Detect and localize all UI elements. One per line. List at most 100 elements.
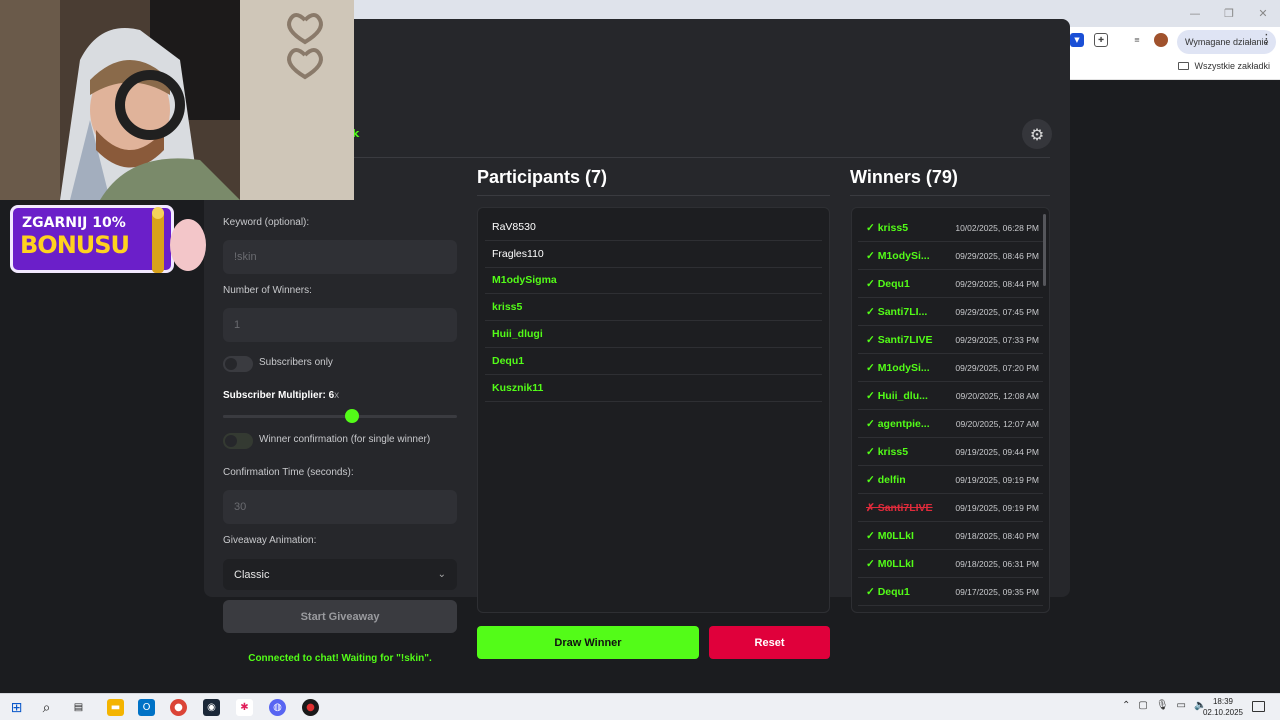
- winner-name: ✓ M1odySi...: [866, 361, 930, 374]
- winner-row: ✓ M0LLkI 09/18/2025, 08:40 PM: [858, 522, 1043, 550]
- winner-name: ✓ Dequ1: [866, 585, 910, 598]
- multiplier-slider-fill: [223, 415, 352, 418]
- header-divider: [354, 157, 1050, 158]
- winner-confirmation-toggle[interactable]: [223, 433, 253, 449]
- winner-date: 09/29/2025, 08:46 PM: [955, 250, 1039, 261]
- keyword-label: Keyword (optional):: [223, 217, 310, 228]
- slack-icon[interactable]: ✱: [236, 699, 253, 716]
- chrome-icon[interactable]: ●: [170, 699, 187, 716]
- winner-date: 09/29/2025, 07:45 PM: [955, 306, 1039, 317]
- winner-row: ✓ M1odySi... 09/29/2025, 07:20 PM: [858, 354, 1043, 382]
- extensions-puzzle-icon[interactable]: ✚: [1094, 33, 1108, 47]
- winner-row: ✓ kriss5 10/02/2025, 06:28 PM: [858, 214, 1043, 242]
- restore-icon[interactable]: ❐: [1212, 0, 1246, 27]
- discord-icon[interactable]: ◍: [269, 699, 286, 716]
- taskbar-clock[interactable]: 18:39 02.10.2025: [1200, 696, 1246, 718]
- shield-extension-icon[interactable]: ▼: [1070, 33, 1084, 47]
- tray-chevron-icon[interactable]: ⌃: [1122, 700, 1130, 711]
- multiplier-slider-thumb[interactable]: [344, 409, 359, 423]
- close-icon[interactable]: ✕: [1246, 0, 1280, 27]
- winner-name: ✓ M0LLkI: [866, 529, 914, 542]
- all-bookmarks-link[interactable]: Wszystkie zakładki: [1178, 61, 1270, 71]
- clock-time: 18:39: [1212, 697, 1234, 706]
- subscribers-only-toggle[interactable]: [223, 356, 253, 372]
- winner-date: 09/19/2025, 09:19 PM: [955, 502, 1039, 513]
- media-control-icon[interactable]: ≡: [1130, 33, 1144, 47]
- winner-date: 09/17/2025, 09:35 PM: [955, 586, 1039, 597]
- winner-date: 09/18/2025, 06:31 PM: [955, 558, 1039, 569]
- winner-date: 09/20/2025, 12:07 AM: [955, 418, 1039, 429]
- minimize-icon[interactable]: —: [1178, 0, 1212, 27]
- winner-name: ✓ Santi7LIVE: [866, 333, 933, 346]
- promo-main-text: BONUSU: [20, 231, 130, 259]
- winner-name: ✓ kriss5: [866, 221, 909, 234]
- promo-figure-image: [152, 207, 206, 273]
- chevron-down-icon: ⌄: [437, 569, 446, 580]
- winner-name: ✓ Dequ1: [866, 277, 910, 290]
- participant-row: Huii_dlugi: [485, 321, 822, 348]
- winner-name: ✓ agentpie...: [866, 417, 930, 430]
- clock-date: 02.10.2025: [1202, 708, 1244, 717]
- participants-title: Participants (7): [477, 167, 608, 187]
- winner-row: ✓ kriss5 09/19/2025, 09:44 PM: [858, 438, 1043, 466]
- microphone-icon[interactable]: 🎙: [1156, 700, 1169, 711]
- task-view-icon[interactable]: ▤: [70, 699, 87, 716]
- reset-button[interactable]: Reset: [709, 626, 830, 659]
- keyword-input[interactable]: !skin: [223, 240, 457, 274]
- draw-winner-button[interactable]: Draw Winner: [477, 626, 699, 659]
- participant-row: kriss5: [485, 294, 822, 322]
- winners-scrollbar[interactable]: [1043, 214, 1046, 286]
- system-tray: ⌃ ▢ 🎙 ▭ 🔈: [1122, 700, 1206, 711]
- start-giveaway-button[interactable]: Start Giveaway: [223, 600, 457, 633]
- multiplier-suffix: x: [334, 390, 340, 401]
- settings-gear-icon[interactable]: ⚙: [1022, 119, 1052, 149]
- winner-row: ✓ agentpie... 09/20/2025, 12:07 AM: [858, 410, 1043, 438]
- windows-start-icon[interactable]: ⊞: [8, 699, 25, 716]
- window-controls: — ❐ ✕: [1178, 0, 1280, 27]
- winner-name: ✓ delfin: [866, 473, 906, 486]
- file-explorer-icon[interactable]: ▬: [107, 699, 124, 716]
- winners-title: Winners (79): [850, 167, 958, 187]
- winners-list: ✓ kriss5 10/02/2025, 06:28 PM ✓ M1odySi...…: [851, 207, 1050, 613]
- confirm-time-input[interactable]: 30: [223, 490, 457, 524]
- winner-row: ✗ Santi7LIVE 09/19/2025, 09:19 PM: [858, 494, 1043, 522]
- confirm-time-label: Confirmation Time (seconds):: [223, 467, 354, 478]
- app-icon[interactable]: ●: [302, 699, 319, 716]
- winner-name: ✓ M0LLkI: [866, 557, 914, 570]
- subscribers-only-label: Subscribers only: [259, 357, 333, 368]
- browser-menu-icon[interactable]: ⋮: [1260, 32, 1273, 47]
- steam-icon[interactable]: ◉: [203, 699, 220, 716]
- winner-row: ✓ M0LLkI 09/18/2025, 06:31 PM: [858, 550, 1043, 578]
- webcam-overlay: [0, 0, 354, 200]
- winner-date: 09/29/2025, 07:20 PM: [955, 362, 1039, 373]
- participant-row: Dequ1: [485, 348, 822, 375]
- winner-confirmation-label: Winner confirmation (for single winner): [259, 434, 431, 445]
- winner-name: ✓ M1odySi...: [866, 249, 930, 262]
- winner-row: ✓ Santi7LI... 09/29/2025, 07:45 PM: [858, 298, 1043, 326]
- animation-select-value: Classic: [234, 568, 270, 581]
- search-icon[interactable]: ⌕: [38, 699, 55, 716]
- outlook-icon[interactable]: O: [138, 699, 155, 716]
- winners-divider: [850, 195, 1050, 196]
- winner-row: ✓ delfin 09/19/2025, 09:19 PM: [858, 466, 1043, 494]
- profile-avatar[interactable]: [1154, 33, 1168, 47]
- webcam-image: [0, 0, 354, 200]
- winner-date: 09/19/2025, 09:44 PM: [955, 446, 1039, 457]
- promo-top-text: ZGARNIJ 10%: [22, 215, 126, 231]
- tray-app-icon[interactable]: ▢: [1138, 700, 1147, 711]
- taskbar: ⊞ ⌕ ▤ ▬ O ● ◉ ✱ ◍ ● ⌃ ▢ 🎙 ▭ 🔈 18:39 02.1…: [0, 693, 1280, 720]
- notifications-icon[interactable]: [1252, 701, 1265, 712]
- animation-select[interactable]: Classic ⌄: [223, 559, 457, 590]
- participants-divider: [477, 195, 830, 196]
- winner-name: ✗ Santi7LIVE: [866, 501, 933, 514]
- participant-row: Fragles110: [485, 241, 822, 268]
- winner-row: ✓ Dequ1 09/17/2025, 09:35 PM: [858, 578, 1043, 606]
- winner-date: 09/29/2025, 08:44 PM: [955, 278, 1039, 289]
- participant-row: RaV8530: [485, 214, 822, 241]
- num-winners-input[interactable]: 1: [223, 308, 457, 342]
- participant-row: M1odySigma: [485, 268, 822, 295]
- multiplier-slider-track[interactable]: [223, 415, 457, 418]
- promo-banner: ZGARNIJ 10% BONUSU: [8, 201, 210, 275]
- animation-label: Giveaway Animation:: [223, 535, 317, 546]
- network-icon[interactable]: ▭: [1177, 700, 1186, 711]
